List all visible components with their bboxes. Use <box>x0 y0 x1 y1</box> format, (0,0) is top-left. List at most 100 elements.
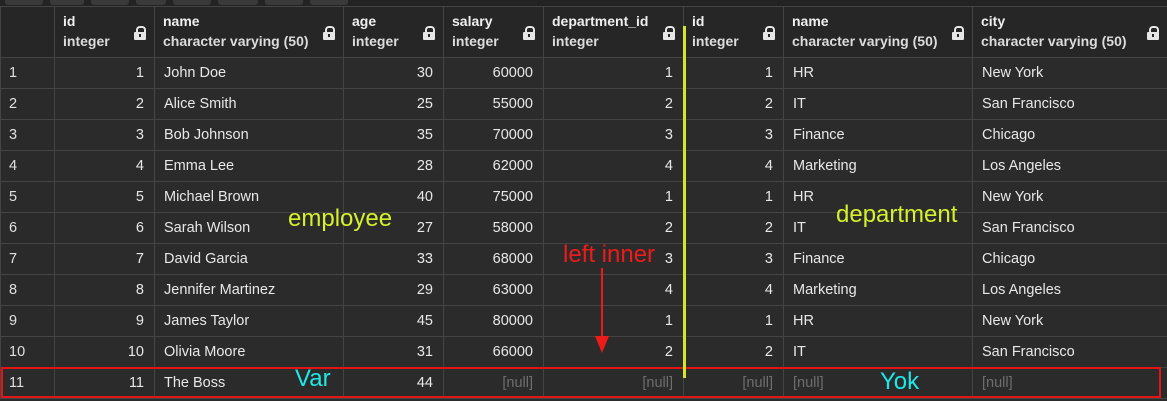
cell-id[interactable]: 7 <box>54 243 155 275</box>
cell-department-id[interactable]: 2 <box>543 212 684 244</box>
cell-city[interactable]: San Francisco <box>972 336 1167 368</box>
cell-dept-id[interactable]: 3 <box>683 119 784 151</box>
cell-department-id[interactable]: 1 <box>543 181 684 213</box>
cell-dept-name[interactable]: HR <box>783 57 973 89</box>
cell-name[interactable]: David Garcia <box>154 243 344 275</box>
cell-city[interactable]: Chicago <box>972 119 1167 151</box>
cell-dept-name[interactable]: HR <box>783 305 973 337</box>
column-header[interactable]: age integer <box>343 6 444 58</box>
table-row[interactable]: 2 2 Alice Smith 25 55000 2 2 IT San Francisco <box>0 88 1167 120</box>
cell-department-id[interactable]: 1 <box>543 305 684 337</box>
cell-salary[interactable]: 70000 <box>443 119 544 151</box>
cell-dept-id[interactable]: 4 <box>683 274 784 306</box>
cell-id[interactable]: 1 <box>54 57 155 89</box>
cell-department-id[interactable]: 4 <box>543 150 684 182</box>
row-number[interactable]: 8 <box>0 274 55 306</box>
row-number[interactable]: 1 <box>0 57 55 89</box>
table-row[interactable]: 1 1 John Doe 30 60000 1 1 HR New York <box>0 57 1167 89</box>
cell-name[interactable]: Olivia Moore <box>154 336 344 368</box>
cell-id[interactable]: 9 <box>54 305 155 337</box>
row-number[interactable]: 10 <box>0 336 55 368</box>
row-number[interactable]: 2 <box>0 88 55 120</box>
cell-department-id[interactable]: 4 <box>543 274 684 306</box>
row-number[interactable]: 5 <box>0 181 55 213</box>
cell-dept-name[interactable]: IT <box>783 336 973 368</box>
cell-city[interactable]: Los Angeles <box>972 274 1167 306</box>
cell-age[interactable]: 31 <box>343 336 444 368</box>
cell-city[interactable]: New York <box>972 181 1167 213</box>
cell-dept-name[interactable]: Marketing <box>783 274 973 306</box>
cell-dept-name[interactable]: Finance <box>783 119 973 151</box>
cell-salary[interactable]: 62000 <box>443 150 544 182</box>
cell-age[interactable]: 33 <box>343 243 444 275</box>
cell-dept-id[interactable]: 3 <box>683 243 784 275</box>
cell-age[interactable]: 35 <box>343 119 444 151</box>
cell-id[interactable]: 4 <box>54 150 155 182</box>
cell-city[interactable]: Los Angeles <box>972 150 1167 182</box>
table-row[interactable]: 4 4 Emma Lee 28 62000 4 4 Marketing Los Angeles <box>0 150 1167 182</box>
cell-age[interactable]: 29 <box>343 274 444 306</box>
column-header[interactable]: city character varying (50) <box>972 6 1167 58</box>
cell-salary[interactable]: 75000 <box>443 181 544 213</box>
table-row[interactable]: 3 3 Bob Johnson 35 70000 3 3 Finance Chicago <box>0 119 1167 151</box>
cell-dept-id[interactable]: 4 <box>683 150 784 182</box>
cell-name[interactable]: Alice Smith <box>154 88 344 120</box>
cell-dept-id[interactable]: 1 <box>683 181 784 213</box>
row-number[interactable]: 6 <box>0 212 55 244</box>
cell-id[interactable]: 3 <box>54 119 155 151</box>
column-header[interactable]: id integer <box>54 6 155 58</box>
row-number[interactable]: 4 <box>0 150 55 182</box>
cell-city[interactable]: New York <box>972 305 1167 337</box>
cell-salary[interactable]: 58000 <box>443 212 544 244</box>
cell-dept-id[interactable]: 1 <box>683 305 784 337</box>
cell-dept-name[interactable]: IT <box>783 88 973 120</box>
column-header[interactable]: department_id integer <box>543 6 684 58</box>
cell-salary[interactable]: 80000 <box>443 305 544 337</box>
cell-age[interactable]: 30 <box>343 57 444 89</box>
table-row[interactable]: 5 5 Michael Brown 40 75000 1 1 HR New York <box>0 181 1167 213</box>
cell-dept-name[interactable]: Finance <box>783 243 973 275</box>
column-header[interactable]: id integer <box>683 6 784 58</box>
cell-city[interactable]: Chicago <box>972 243 1167 275</box>
cell-city[interactable]: San Francisco <box>972 88 1167 120</box>
cell-age[interactable]: 28 <box>343 150 444 182</box>
cell-name[interactable]: Bob Johnson <box>154 119 344 151</box>
cell-name[interactable]: John Doe <box>154 57 344 89</box>
table-row[interactable]: 9 9 James Taylor 45 80000 1 1 HR New York <box>0 305 1167 337</box>
cell-dept-id[interactable]: 1 <box>683 57 784 89</box>
cell-salary[interactable]: 66000 <box>443 336 544 368</box>
cell-dept-id[interactable]: 2 <box>683 88 784 120</box>
cell-city[interactable]: San Francisco <box>972 212 1167 244</box>
column-header[interactable]: name character varying (50) <box>783 6 973 58</box>
cell-id[interactable]: 10 <box>54 336 155 368</box>
cell-city[interactable]: New York <box>972 57 1167 89</box>
cell-department-id[interactable]: 3 <box>543 119 684 151</box>
cell-dept-name[interactable]: Marketing <box>783 150 973 182</box>
cell-age[interactable]: 45 <box>343 305 444 337</box>
cell-department-id[interactable]: 2 <box>543 336 684 368</box>
row-number[interactable]: 7 <box>0 243 55 275</box>
cell-id[interactable]: 2 <box>54 88 155 120</box>
cell-id[interactable]: 8 <box>54 274 155 306</box>
table-row[interactable]: 8 8 Jennifer Martinez 29 63000 4 4 Marketing Los… <box>0 274 1167 306</box>
cell-id[interactable]: 6 <box>54 212 155 244</box>
column-header[interactable]: salary integer <box>443 6 544 58</box>
row-number[interactable]: 9 <box>0 305 55 337</box>
cell-age[interactable]: 25 <box>343 88 444 120</box>
cell-dept-id[interactable]: 2 <box>683 212 784 244</box>
cell-dept-id[interactable]: 2 <box>683 336 784 368</box>
table-row[interactable]: 6 6 Sarah Wilson 27 58000 2 2 IT San Francisco <box>0 212 1167 244</box>
cell-department-id[interactable]: 2 <box>543 88 684 120</box>
cell-id[interactable]: 5 <box>54 181 155 213</box>
cell-name[interactable]: James Taylor <box>154 305 344 337</box>
cell-salary[interactable]: 63000 <box>443 274 544 306</box>
cell-name[interactable]: Emma Lee <box>154 150 344 182</box>
column-header[interactable]: name character varying (50) <box>154 6 344 58</box>
cell-salary[interactable]: 68000 <box>443 243 544 275</box>
cell-name[interactable]: Jennifer Martinez <box>154 274 344 306</box>
table-row[interactable]: 10 10 Olivia Moore 31 66000 2 2 IT San Francisco <box>0 336 1167 368</box>
cell-salary[interactable]: 55000 <box>443 88 544 120</box>
cell-department-id[interactable]: 1 <box>543 57 684 89</box>
row-number[interactable]: 3 <box>0 119 55 151</box>
cell-salary[interactable]: 60000 <box>443 57 544 89</box>
